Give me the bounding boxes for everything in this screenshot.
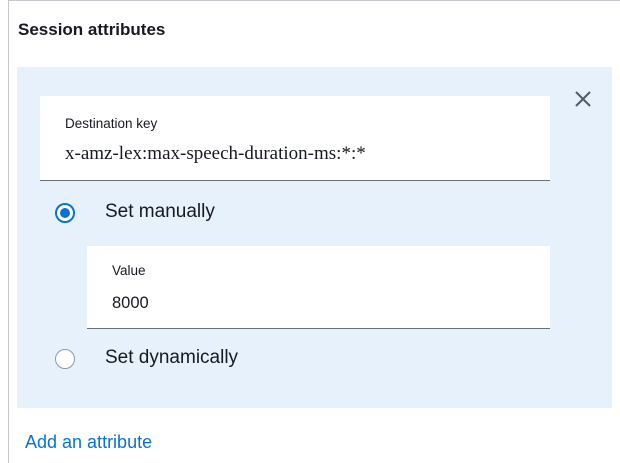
destination-key-value[interactable]: x-amz-lex:max-speech-duration-ms:*:* [65,143,366,165]
destination-key-field[interactable]: Destination key x-amz-lex:max-speech-dur… [40,96,550,181]
close-icon [575,91,591,107]
set-manually-label[interactable]: Set manually [105,201,215,223]
set-manually-radio[interactable] [55,203,75,223]
value-label: Value [112,263,146,278]
value-input[interactable]: 8000 [112,294,149,313]
section-title: Session attributes [18,20,166,39]
remove-attribute-button[interactable] [572,88,594,110]
set-dynamically-label[interactable]: Set dynamically [105,347,238,369]
destination-key-label: Destination key [65,116,158,131]
set-dynamically-radio[interactable] [55,349,75,369]
add-attribute-link[interactable]: Add an attribute [25,432,152,453]
value-field[interactable]: Value 8000 [87,246,550,329]
